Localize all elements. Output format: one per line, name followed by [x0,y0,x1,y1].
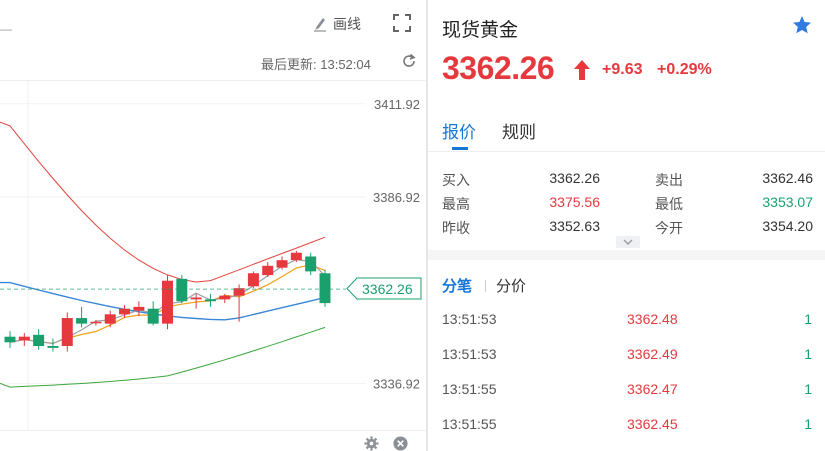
current-price-tag: 3362.26 [346,277,422,300]
trade-row: 13:51:55 3362.45 1 [428,416,825,436]
chart-toolbar: — 画线 [0,0,426,46]
trade-row: 13:51:53 3362.49 1 [428,346,825,366]
price-change-pct: +0.29% [657,61,712,78]
quote-row: 买入 3362.26 卖出 3362.46 [428,170,825,190]
candle-body [147,308,159,324]
trade-price: 3362.49 [627,346,678,362]
price-tag-value: 3362.26 [362,281,413,297]
trade-time: 13:51:53 [442,311,497,327]
price-change: +9.63 [602,61,643,78]
instrument-title: 现货黄金 [442,20,519,41]
draw-line-label: 画线 [333,16,361,32]
candle-body [4,336,16,343]
band-upper-line [0,121,326,283]
chart-pane: — 画线 最后更新: 13:52:04 3411.92 3386.92 3336.9… [0,0,426,451]
scroll-left-icon[interactable]: — [0,23,12,35]
y-tick-label: 3386.92 [373,190,420,205]
candle-body [18,336,30,341]
last-updated-label: 最后更新: [261,57,317,72]
trade-time: 13:51:53 [442,346,497,362]
y-tick-label: 3336.92 [373,377,420,392]
last-updated: 最后更新: 13:52:04 [261,54,371,73]
candle-body [162,280,173,324]
candle-body [33,334,45,347]
section-divider [428,250,825,260]
trade-price: 3362.48 [627,311,678,327]
trade-volume: 1 [804,311,812,327]
candle-body [119,308,131,315]
candle-body [305,256,317,272]
ask-value: 3362.46 [762,170,813,186]
trade-tabs: 分笔 分价 [428,273,825,297]
last-updated-time: 13:52:04 [320,57,371,72]
band-lower-line [0,326,326,388]
chart-bottom-bar [0,430,426,451]
draw-line-button[interactable]: 画线 [312,14,361,34]
candle-body [219,295,231,300]
pen-icon [314,18,326,32]
candle-body [319,273,331,304]
candle-body [262,265,274,276]
quote-row: 最高 3375.56 最低 3353.07 [428,194,825,214]
high-label: 最高 [442,196,470,212]
tab-separator [485,280,486,292]
trade-time: 13:51:55 [442,416,497,432]
candle-body [190,297,202,300]
tab-ticks[interactable]: 分笔 [442,275,472,296]
quote-tabs: 报价 规则 [428,110,825,152]
trade-price: 3362.45 [627,416,678,432]
close-icon[interactable] [393,436,408,451]
y-tick-label: 3411.92 [374,97,420,112]
candle-body [47,346,59,348]
open-label: 今开 [655,220,683,236]
candle-body [276,260,288,268]
low-label: 最低 [655,196,683,212]
trade-volume: 1 [804,416,812,432]
current-price: 3362.26 [442,50,555,86]
trade-volume: 1 [804,346,812,362]
fullscreen-icon[interactable] [393,14,411,32]
refresh-icon[interactable] [401,53,417,69]
candle-body [133,306,145,311]
trade-price: 3362.47 [627,381,678,397]
trade-row: 13:51:55 3362.47 1 [428,381,825,401]
candle-body [76,318,88,324]
favorite-star-icon[interactable] [792,15,812,35]
tab-price-levels[interactable]: 分价 [496,275,526,296]
quote-row: 昨收 3352.63 今开 3354.20 [428,218,825,238]
tab-rules[interactable]: 规则 [502,118,536,143]
candle-body [90,321,102,324]
candle-body [204,299,216,302]
chevron-down-icon[interactable] [616,236,640,248]
arrow-up-icon [574,60,590,80]
candle-body [176,278,188,302]
prev-close-value: 3352.63 [549,218,600,234]
ask-label: 卖出 [655,172,683,188]
candle-body [61,318,73,347]
candle-body [104,314,116,324]
trade-row: 13:51:53 3362.48 1 [428,311,825,331]
candle-body [290,252,302,261]
prev-close-label: 昨收 [442,220,470,236]
gold-quote-widget: — 画线 最后更新: 13:52:04 3411.92 3386.92 3336.9… [0,0,825,451]
quote-panel: 现货黄金 3362.26 +9.63 +0.29% 报价 规则 买入 3362.… [428,0,825,451]
gear-icon[interactable] [364,436,379,451]
trade-volume: 1 [804,381,812,397]
trade-time: 13:51:55 [442,381,497,397]
candle-body [247,273,259,287]
open-value: 3354.20 [762,218,813,234]
tab-quote[interactable]: 报价 [442,118,476,143]
low-value: 3353.07 [762,194,813,210]
active-tab-underline [452,147,468,150]
bid-label: 买入 [442,172,470,188]
bid-value: 3362.26 [549,170,600,186]
candlestick-chart[interactable]: 3411.92 3386.92 3336.92 [0,80,426,430]
high-value: 3375.56 [549,194,600,210]
